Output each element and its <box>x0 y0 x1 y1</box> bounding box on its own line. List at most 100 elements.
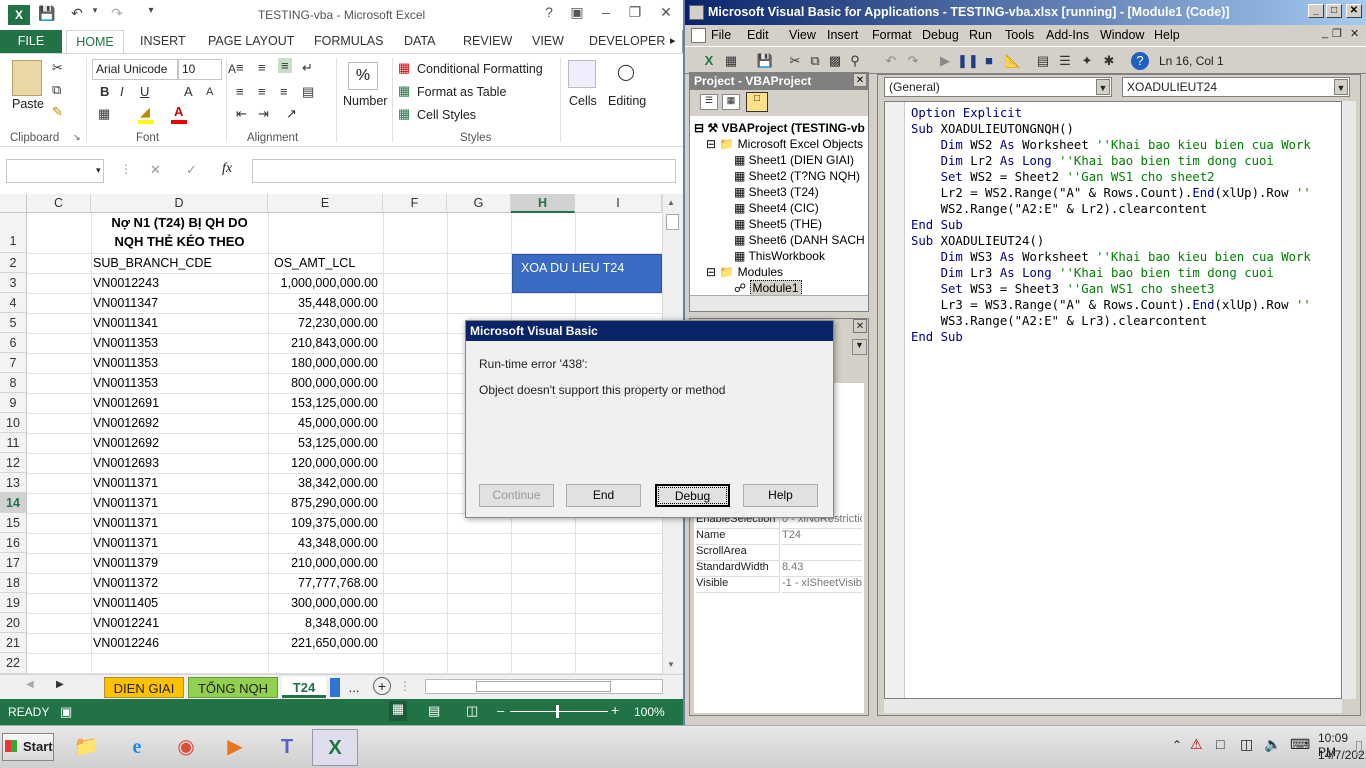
vbe-doc-icon[interactable] <box>691 28 706 43</box>
branch-cell[interactable]: VN0012692 <box>93 416 159 430</box>
code-line[interactable]: Dim WS2 As Worksheet ''Khai bao kieu bie… <box>911 138 1311 152</box>
vbe-undo-icon[interactable]: ↶ <box>881 51 901 71</box>
code-editor[interactable]: Option Explicit Sub XOADULIEUTONGNQH() Di… <box>884 101 1342 699</box>
row-header[interactable]: 15 <box>0 513 27 533</box>
menu-help[interactable]: Help <box>1154 28 1180 42</box>
row-header[interactable]: 20 <box>0 613 27 633</box>
file-explorer-icon[interactable]: 📁 <box>63 729 109 766</box>
property-name[interactable]: Name <box>696 529 780 545</box>
sheet-tab-partial[interactable] <box>330 678 340 697</box>
decrease-indent-icon[interactable]: ⇤ <box>236 106 247 122</box>
add-sheet-icon[interactable]: + <box>373 677 391 695</box>
header-title-line2[interactable]: NQH THẺ KÉO THEO <box>91 234 268 249</box>
excel-close-icon[interactable]: ✕ <box>655 4 677 24</box>
zoom-level[interactable]: 100% <box>634 705 665 719</box>
row-header[interactable]: 7 <box>0 353 27 373</box>
amount-cell[interactable]: 120,000,000.00 <box>268 456 378 470</box>
bottom-align-icon[interactable]: ≡ <box>278 58 292 73</box>
increase-indent-icon[interactable]: ⇥ <box>258 106 269 122</box>
menu-window[interactable]: Window <box>1100 28 1144 42</box>
properties-close-icon[interactable]: ✕ <box>853 319 867 333</box>
amount-cell[interactable]: 1,000,000,000.00 <box>268 276 378 290</box>
page-break-view-icon[interactable]: ◫ <box>466 703 478 719</box>
code-line[interactable]: Dim WS3 As Worksheet ''Khai bao kieu bie… <box>911 250 1311 264</box>
amount-cell[interactable]: 221,650,000.00 <box>268 636 378 650</box>
underline-icon[interactable]: U <box>140 84 149 99</box>
excel-minimize-icon[interactable]: – <box>595 4 617 24</box>
row-header[interactable]: 22 <box>0 653 27 674</box>
branch-cell[interactable]: VN0011347 <box>93 296 158 310</box>
vbe-redo-icon[interactable]: ↷ <box>903 51 923 71</box>
show-desktop-button[interactable] <box>1356 741 1362 755</box>
code-line[interactable]: WS2.Range("A2:E" & Lr2).clearcontent <box>911 202 1208 216</box>
design-mode-icon[interactable]: 📐 <box>1003 51 1023 71</box>
code-line[interactable]: Set WS3 = Sheet3 ''Gan WS1 cho sheet3 <box>911 282 1215 296</box>
amount-cell[interactable]: 38,342,000.00 <box>268 476 378 490</box>
align-center-icon[interactable]: ≡ <box>258 84 266 99</box>
column-header-f[interactable]: F <box>383 194 447 213</box>
name-box[interactable] <box>6 159 104 183</box>
next-sheet-icon[interactable]: ▶ <box>56 679 64 690</box>
view-code-icon[interactable]: ☰ <box>700 94 718 110</box>
italic-icon[interactable]: I <box>120 84 124 99</box>
amount-cell[interactable]: 153,125,000.00 <box>268 396 378 410</box>
menu-format[interactable]: Format <box>872 28 912 42</box>
tab-review[interactable]: REVIEW <box>463 34 512 48</box>
cancel-formula-icon[interactable]: ✕ <box>150 162 161 178</box>
branch-cell[interactable]: VN0011405 <box>93 596 158 610</box>
margin-indicator-bar[interactable] <box>885 102 905 698</box>
row-header[interactable]: 8 <box>0 373 27 393</box>
internet-explorer-icon[interactable]: e <box>114 729 160 766</box>
select-all-corner[interactable] <box>0 194 27 213</box>
debug-button[interactable]: Debug <box>655 484 730 507</box>
continue-button[interactable]: Continue <box>479 484 554 507</box>
tab-page-layout[interactable]: PAGE LAYOUT <box>208 34 294 48</box>
tree-modules[interactable]: ⊟ 📁 Modules <box>706 265 783 279</box>
amount-cell[interactable]: 72,230,000.00 <box>268 316 378 330</box>
vbe-find-icon[interactable]: ⚲ <box>845 51 865 71</box>
column-header-i[interactable]: I <box>575 194 662 213</box>
tab-insert[interactable]: INSERT <box>140 34 186 48</box>
row-header[interactable]: 9 <box>0 393 27 413</box>
tree-root[interactable]: ⊟ ⚒ VBAProject (TESTING-vb <box>694 121 865 135</box>
menu-run[interactable]: Run <box>969 28 992 42</box>
amount-cell[interactable]: 35,448,000.00 <box>268 296 378 310</box>
column-header-g[interactable]: G <box>447 194 511 213</box>
branch-cell[interactable]: VN0012693 <box>93 456 159 470</box>
procedure-combo[interactable]: XOADULIEUT24 <box>1122 77 1350 97</box>
border-icon[interactable]: ▦ <box>98 106 110 122</box>
vbe-paste-icon[interactable]: ▩ <box>825 51 845 71</box>
excel-maximize-icon[interactable]: ❐ <box>624 4 646 24</box>
prev-sheet-icon[interactable]: ◀ <box>26 679 34 690</box>
row-header[interactable]: 12 <box>0 453 27 473</box>
copy-icon[interactable]: ⧉ <box>52 82 61 98</box>
property-value[interactable]: -1 - xlSheetVisib <box>782 577 862 593</box>
tab-view[interactable]: VIEW <box>532 34 564 48</box>
row-header[interactable]: 11 <box>0 433 27 453</box>
notification-icon[interactable]: □ <box>1216 736 1224 752</box>
row-header[interactable]: 2 <box>0 253 27 273</box>
row-header[interactable]: 14 <box>0 493 27 513</box>
row-header[interactable]: 3 <box>0 273 27 293</box>
align-left-icon[interactable]: ≡ <box>236 84 244 99</box>
decrease-font-icon[interactable]: A <box>206 86 213 98</box>
percent-icon[interactable]: % <box>348 62 378 90</box>
code-line[interactable]: Lr3 = WS3.Range("A" & Rows.Count).End(xl… <box>911 298 1311 312</box>
amount-cell[interactable]: 77,777,768.00 <box>268 576 378 590</box>
fill-color-icon[interactable]: ◢ <box>140 104 150 120</box>
amount-cell[interactable]: 800,000,000.00 <box>268 376 378 390</box>
power-icon[interactable]: ◫ <box>1240 736 1253 753</box>
code-line[interactable]: Dim Lr3 As Long ''Khai bao bien tim dong… <box>911 266 1274 280</box>
help-button[interactable]: Help <box>743 484 818 507</box>
branch-cell[interactable]: VN0011371 <box>93 476 158 490</box>
code-line[interactable]: End Sub <box>911 330 963 344</box>
hscroll-thumb[interactable] <box>476 681 611 692</box>
row-header[interactable]: 16 <box>0 533 27 553</box>
tab-home[interactable]: HOME <box>66 30 124 54</box>
vbe-cut-icon[interactable]: ✂ <box>785 51 805 71</box>
network-icon[interactable]: ⚠ <box>1190 736 1203 753</box>
code-line[interactable]: End Sub <box>911 218 963 232</box>
code-line[interactable]: Lr2 = WS2.Range("A" & Rows.Count).End(xl… <box>911 186 1311 200</box>
menu-debug[interactable]: Debug <box>922 28 959 42</box>
mdi-minimize-icon[interactable]: _ <box>1322 27 1328 39</box>
